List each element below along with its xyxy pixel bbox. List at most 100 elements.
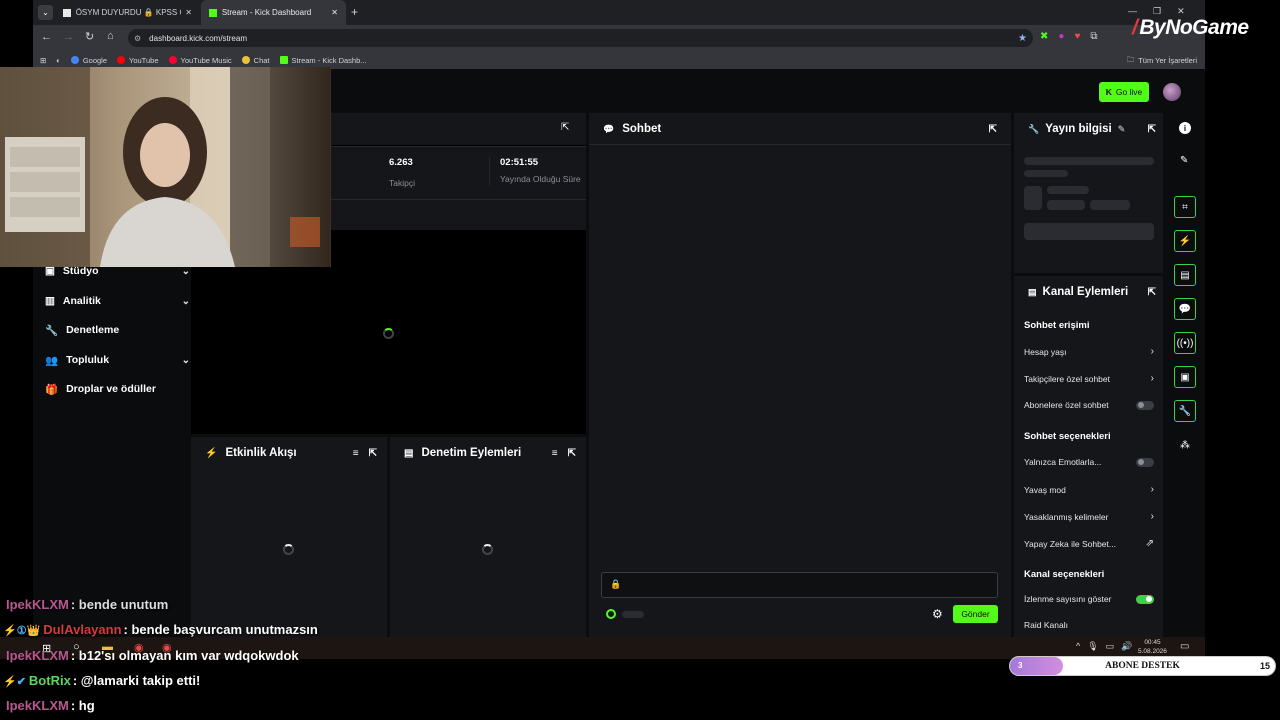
extension-icon[interactable]: ♥ (1074, 31, 1080, 42)
popout-icon[interactable]: ⇱ (369, 448, 377, 459)
bookmark-label: YouTube Music (180, 55, 232, 65)
row-ai-chat[interactable]: Yapay Zeka ile Sohbet... ⇗ (1024, 538, 1154, 549)
bookmark-chat[interactable]: Chat (241, 56, 270, 65)
chat-input[interactable]: 🔒 (601, 572, 998, 598)
overlay-chat-line: ⚡✔ BotRix: @lamarki takip etti! (3, 673, 200, 688)
toggle-switch[interactable] (1136, 457, 1154, 467)
clock[interactable]: 00:45 5.08.2026 (1138, 638, 1167, 656)
popout-icon[interactable]: ⇱ (561, 122, 569, 133)
url-text[interactable]: dashboard.kick.com/stream (149, 34, 247, 43)
document-icon: ▤ (404, 447, 414, 459)
settings-gear-icon[interactable]: ⚙ (932, 607, 943, 621)
puzzle-icon[interactable]: ⧉ (1090, 31, 1097, 42)
chevron-down-icon: ⌄ (181, 265, 190, 277)
home-icon[interactable]: ⌂ (107, 30, 114, 42)
chevron-right-icon: › (1150, 373, 1154, 384)
bookmark-google[interactable]: Google (70, 56, 107, 65)
skeleton-line (1047, 200, 1085, 210)
forward-icon[interactable]: → (63, 31, 74, 43)
site-info-icon[interactable]: ⚙ (134, 34, 141, 43)
filter-icon[interactable]: ≡ (552, 448, 558, 459)
new-tab-icon[interactable]: + (351, 5, 358, 19)
bookmark-youtube[interactable]: YouTube (117, 56, 159, 65)
rail-activity-button[interactable]: ⚡ (1174, 230, 1196, 252)
row-slow-mode[interactable]: Yavaş mod › (1024, 484, 1154, 495)
tab-osym[interactable]: ÖSYM DUYURDU 🔒 KPSS Orta... ✕ (55, 0, 200, 25)
rail-stream-info-button[interactable]: 🔧 (1174, 400, 1196, 422)
rail-channel-actions-button[interactable]: ▣ (1174, 366, 1196, 388)
network-icon[interactable]: ▭ (1106, 641, 1115, 652)
panel-title: Denetim Eylemleri (421, 447, 522, 459)
popout-icon[interactable]: ⇱ (1148, 287, 1156, 298)
url-bar[interactable]: ⚙ dashboard.kick.com/stream ★ (128, 29, 1033, 47)
all-bookmarks[interactable]: 🗀 Tüm Yer İşaretleri (1127, 54, 1197, 67)
row-emote-only: Yalnızca Emotlarla... (1024, 457, 1154, 467)
overlay-chat-line: IpekKLXM: b12'sı olmayan kım var wdqokwd… (6, 648, 299, 663)
row-label: İzlenme sayısını göster (1024, 594, 1112, 604)
overlay-chat-line: ⚡①👑 DulAvlayann: bende başvurcam unutmazs… (3, 622, 318, 637)
row-banned-words[interactable]: Yasaklanmış kelimeler › (1024, 511, 1154, 522)
rail-stream-preview-button[interactable]: ⌗ (1174, 196, 1196, 218)
sidebar-item-topluluk[interactable]: 👥 Topluluk ⌄ (45, 348, 190, 372)
row-label: Yapay Zeka ile Sohbet... (1024, 538, 1116, 549)
popout-icon[interactable]: ⇱ (989, 124, 997, 135)
filter-icon[interactable]: ≡ (353, 448, 359, 459)
info-icon[interactable]: i (1179, 122, 1191, 134)
sidebar-item-denetleme[interactable]: 🔧 Denetleme (45, 318, 190, 342)
sidebar-item-droplar[interactable]: 🎁 Droplar ve ödüller (45, 377, 190, 401)
bookmark-youtube-music[interactable]: YouTube Music (168, 55, 232, 65)
avatar[interactable] (1163, 83, 1181, 101)
pencil-icon[interactable]: ✎ (1180, 155, 1188, 166)
edit-pencil-icon[interactable]: ✎ (1118, 124, 1126, 135)
rail-moderation-button[interactable]: ▤ (1174, 264, 1196, 286)
notification-icon[interactable]: ▭ (1180, 641, 1189, 652)
extension-icon[interactable]: ● (1058, 31, 1064, 42)
close-icon[interactable]: ✕ (185, 8, 192, 17)
send-button[interactable]: Gönder (953, 605, 998, 623)
wrench-icon: 🔧 (45, 324, 59, 337)
channel-icon: ▤ (1028, 286, 1037, 297)
panel-header: 🔧 Yayın bilgisi ✎ ⇱ (1028, 121, 1156, 137)
chevron-up-icon[interactable]: ^ (1076, 641, 1080, 652)
overlay-chat-line: IpekKLXM: bende unutum (6, 597, 168, 612)
row-followers-only[interactable]: Takipçilere özel sohbet › (1024, 373, 1154, 384)
kick-extension-icon[interactable]: ✖ (1040, 31, 1048, 42)
chat-username: IpekKLXM (6, 648, 69, 663)
goal-label: ABONE DESTEK (1105, 661, 1180, 671)
toggle-switch[interactable] (1136, 400, 1154, 410)
tab-kick-dashboard[interactable]: Stream - Kick Dashboard ✕ (201, 0, 346, 25)
popout-icon[interactable]: ⇱ (1148, 124, 1156, 135)
go-live-button[interactable]: K Go live (1099, 82, 1149, 102)
chat-username: IpekKLXM (6, 698, 69, 713)
logo-text: ByNoGame (1139, 16, 1249, 39)
popout-icon[interactable]: ⇱ (568, 448, 576, 459)
google-icon (70, 56, 79, 64)
youtube-music-icon (168, 56, 177, 64)
bookmark-star-icon[interactable]: ★ (1018, 33, 1027, 44)
section-title: Sohbet seçenekleri (1024, 431, 1111, 442)
bookmark-icon[interactable]: ◐ (56, 56, 61, 65)
kick-emote-icon[interactable] (606, 609, 616, 619)
volume-icon[interactable]: 🔊 (1121, 641, 1132, 652)
back-icon[interactable]: ← (41, 31, 52, 43)
row-account-age[interactable]: Hesap yaşı › (1024, 346, 1154, 357)
apps-icon[interactable]: ⊞ (40, 56, 46, 65)
row-label: Yasaklanmış kelimeler (1024, 511, 1109, 522)
lightning-icon: ⚡ (205, 447, 218, 459)
microphone-icon[interactable]: 🎙 (1087, 641, 1098, 652)
row-raid-channel[interactable]: Raid Kanalı (1024, 620, 1154, 630)
tab-search-button[interactable]: ⌄ (38, 5, 53, 20)
bookmark-stream[interactable]: Stream - Kick Dashb... (279, 56, 367, 65)
sidebar-item-label: Analitik (62, 295, 101, 307)
chat-icon (241, 56, 250, 64)
toggle-switch[interactable] (1136, 594, 1154, 604)
sidebar-item-analitik[interactable]: ▥ Analitik ⌄ (45, 289, 190, 313)
reload-icon[interactable]: ↻ (85, 30, 94, 43)
panel-header: ▤ Denetim Eylemleri ≡ ⇱ (404, 445, 576, 461)
loading-spinner (482, 544, 493, 555)
close-icon[interactable]: ✕ (331, 8, 338, 17)
more-icon[interactable]: ⁂ (1180, 440, 1190, 451)
rail-chat-button[interactable]: 💬 (1174, 298, 1196, 320)
moderation-actions-panel: ▤ Denetim Eylemleri ≡ ⇱ (390, 437, 586, 640)
rail-broadcast-button[interactable]: ((•)) (1174, 332, 1196, 354)
